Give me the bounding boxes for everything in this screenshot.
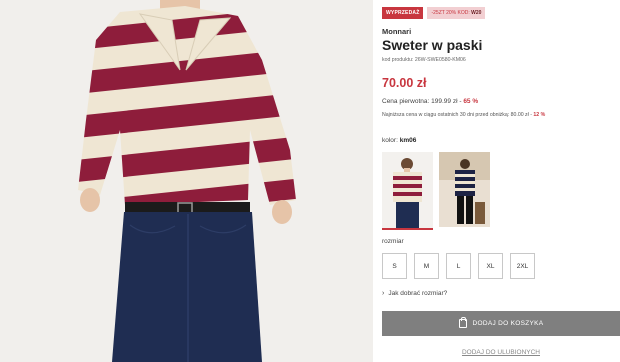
product-sku: kod produktu: 26W-SWE0580-KM06 [382,57,466,63]
color-variants [382,152,490,230]
lowest-discount: 12 % [533,112,546,118]
product-info-panel: WYPRZEDAŻ -25ZT 20% KOD: W20 Monnari Swe… [382,0,620,362]
product-page: WYPRZEDAŻ -25ZT 20% KOD: W20 Monnari Swe… [0,0,620,362]
lowest-price-info: Najniższa cena w ciągu ostatnich 30 dni … [382,112,545,118]
size-option-m[interactable]: M [414,253,439,279]
badges: WYPRZEDAŻ -25ZT 20% KOD: W20 [382,7,486,19]
original-price-label: Cena pierwotna: 199.99 zł - [382,98,462,105]
product-main-image[interactable] [0,0,373,362]
current-price: 70.00 zł [382,76,427,90]
brand-name[interactable]: Monnari [382,27,411,36]
original-price: Cena pierwotna: 199.99 zł - 65 % [382,98,478,105]
size-option-l[interactable]: L [446,253,471,279]
shopping-bag-icon [458,317,467,328]
model-photo [0,0,373,362]
size-option-xl[interactable]: XL [478,253,503,279]
variant-navy-sweater-image [439,152,490,227]
promo-code-badge: -25ZT 20% KOD: W20 [427,7,486,19]
original-discount: 65 % [463,98,479,105]
add-to-cart-button[interactable]: DODAJ DO KOSZYKA [382,311,620,336]
size-options: S M L XL 2XL [382,253,535,279]
promo-code-value: W20 [471,10,482,16]
add-to-wishlist-link[interactable]: DODAJ DO ULUBIONYCH [382,349,620,356]
variant-striped-sweater-image [382,152,433,228]
add-to-cart-label: DODAJ DO KOSZYKA [472,320,544,327]
color-label-text: kolor: [382,137,398,144]
size-label: rozmiar [382,238,404,245]
color-value: km06 [399,137,417,144]
size-option-s[interactable]: S [382,253,407,279]
color-label: kolor: km06 [382,137,416,144]
size-option-2xl[interactable]: 2XL [510,253,535,279]
sale-badge: WYPRZEDAŻ [382,7,424,19]
product-title: Sweter w paski [382,37,483,53]
size-guide-label: Jak dobrać rozmiar? [388,290,448,297]
size-guide-link[interactable]: › Jak dobrać rozmiar? [382,290,447,297]
color-variant-km06[interactable] [382,152,433,230]
color-variant-alt[interactable] [439,152,490,227]
promo-code-prefix: -25ZT 20% KOD: [431,10,470,16]
chevron-right-icon: › [382,290,385,297]
lowest-price-label: Najniższa cena w ciągu ostatnich 30 dni … [382,112,532,118]
